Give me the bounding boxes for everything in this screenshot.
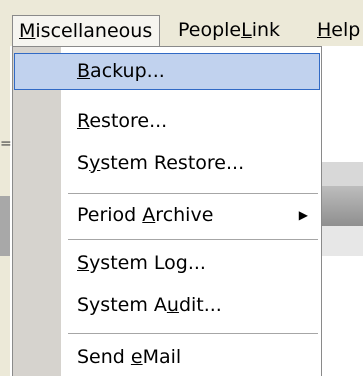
menu-item-period-archive[interactable]: Period Archive ▶: [14, 197, 320, 234]
menu-separator: [68, 239, 318, 240]
background-bar: [0, 196, 10, 256]
background-shade: [320, 186, 363, 226]
menu-bar: Miscellaneous PeopleLink Help: [0, 0, 363, 46]
background-shade: [320, 226, 363, 256]
miscellaneous-dropdown: Backup... Restore... System Restore... P…: [12, 46, 322, 376]
menu-separator: [68, 193, 318, 194]
background-glyph: =: [0, 136, 12, 152]
menu-item-restore[interactable]: Restore...: [14, 103, 320, 140]
menu-separator: [68, 333, 318, 334]
background-toolbar-edge: =: [0, 46, 12, 376]
menu-item-backup[interactable]: Backup...: [14, 53, 320, 90]
background-content: [320, 46, 363, 376]
menu-item-system-log[interactable]: System Log...: [14, 245, 320, 282]
menu-item-system-audit[interactable]: System Audit...: [14, 287, 320, 324]
menu-item-send-email[interactable]: Send eMail: [14, 339, 320, 376]
menu-item-system-restore[interactable]: System Restore...: [14, 145, 320, 182]
background-shade: [320, 162, 363, 186]
menu-help[interactable]: Help: [309, 15, 363, 46]
menu-miscellaneous[interactable]: Miscellaneous: [12, 15, 160, 46]
menu-peoplelink[interactable]: PeopleLink: [170, 15, 288, 46]
submenu-arrow-icon: ▶: [298, 208, 308, 222]
